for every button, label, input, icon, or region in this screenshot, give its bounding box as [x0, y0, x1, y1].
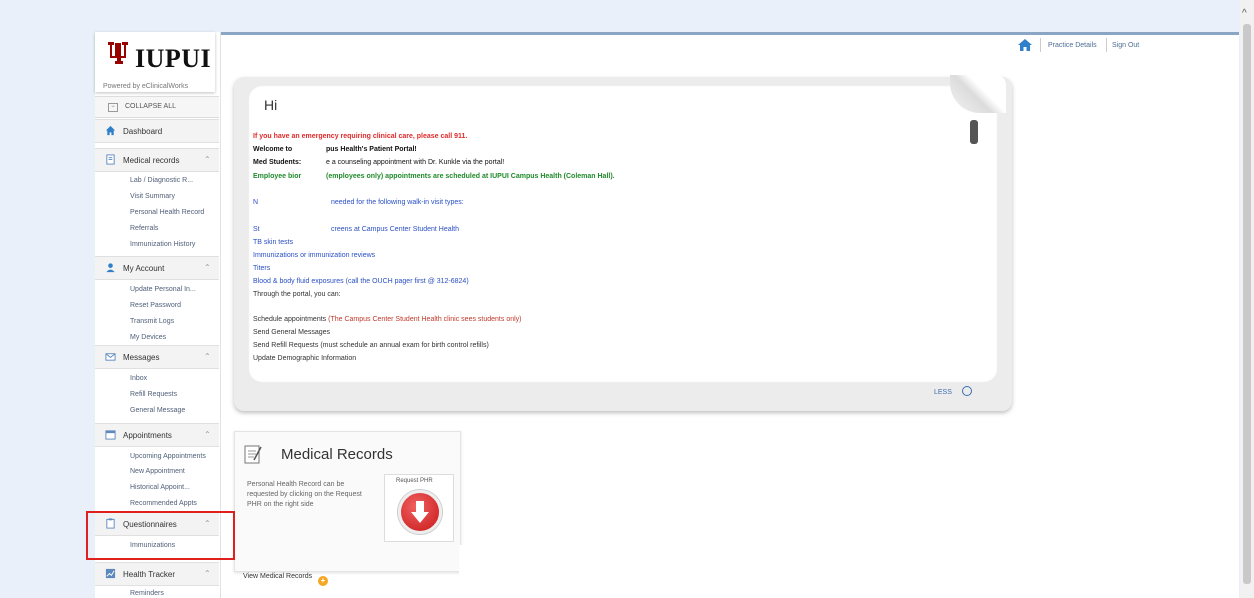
collapse-circle-icon[interactable] — [962, 386, 972, 396]
sidebar-section-appointments[interactable]: Appointments ⌃ — [95, 423, 219, 447]
header-rule — [215, 32, 1239, 35]
collapse-icon: − — [108, 103, 118, 112]
screens-text-a[interactable]: St — [253, 226, 260, 233]
sidebar-item-label: Dashboard — [123, 127, 163, 136]
logo-text: IUPUI — [135, 44, 212, 73]
request-phr-label: Request PHR — [396, 478, 433, 484]
file-icon — [106, 154, 115, 165]
welcome-panel-inner — [248, 85, 998, 383]
needed-text-b: needed for the following walk-in visit t… — [331, 199, 464, 206]
sign-out-link[interactable]: Sign Out — [1112, 42, 1139, 49]
sidebar-item-reset-password[interactable]: Reset Password — [130, 302, 181, 309]
sidebar-item-visit-summary[interactable]: Visit Summary — [130, 193, 175, 200]
welcome-text-a: Welcome to — [253, 146, 293, 153]
practice-details-link[interactable]: Practice Details — [1048, 42, 1097, 49]
sidebar-item-update-personal-info[interactable]: Update Personal In... — [130, 286, 196, 293]
greeting: Hi — [264, 97, 278, 113]
chart-icon — [105, 568, 116, 579]
sidebar-section-messages[interactable]: Messages ⌃ — [95, 345, 219, 369]
chevron-up-icon[interactable]: ⌃ — [204, 569, 211, 578]
sidebar-item-referrals[interactable]: Referrals — [130, 225, 158, 232]
plus-circle-icon[interactable]: + — [318, 576, 328, 586]
download-arrow-icon[interactable] — [398, 490, 442, 534]
view-medical-records-link[interactable]: View Medical Records — [243, 573, 313, 580]
sidebar-item-general-message[interactable]: General Message — [130, 407, 185, 414]
sidebar-section-label: Appointments — [123, 431, 172, 440]
chevron-up-icon[interactable]: ⌃ — [204, 155, 211, 164]
user-icon — [106, 263, 115, 273]
welcome-text-b: pus Health's Patient Portal! — [326, 146, 417, 153]
scroll-up-icon[interactable]: ^ — [1242, 8, 1247, 19]
sidebar-item-recommended-appts[interactable]: Recommended Appts — [130, 500, 197, 507]
blood-exposures: Blood & body fluid exposures (call the O… — [253, 278, 469, 285]
sidebar-item-upcoming-appointments[interactable]: Upcoming Appointments — [130, 453, 206, 460]
page-scrollbar[interactable]: ^ — [1240, 0, 1254, 598]
sidebar-item-reminders[interactable]: Reminders — [130, 590, 164, 597]
scrollbar-thumb[interactable] — [1243, 24, 1251, 584]
sidebar-item-lab-diagnostic[interactable]: Lab / Diagnostic R... — [130, 177, 193, 184]
card-footer-bg — [459, 545, 499, 575]
sidebar-item-transmit-logs[interactable]: Transmit Logs — [130, 318, 174, 325]
employee-notice-a: Employee bior — [253, 173, 302, 180]
med-students-label: Med Students: — [253, 159, 302, 166]
titers: Titers — [253, 265, 271, 272]
sidebar-item-dashboard[interactable]: Dashboard — [95, 119, 219, 143]
collapse-all-label: COLLAPSE ALL — [125, 103, 176, 110]
tb-skin-tests: TB skin tests — [253, 239, 294, 246]
divider — [1040, 38, 1041, 52]
emergency-notice: If you have an emergency requiring clini… — [253, 133, 468, 140]
logo: IUPUI Powered by eClinicalWorks — [95, 32, 215, 92]
welcome-scrollbar-thumb[interactable] — [970, 120, 978, 144]
chevron-up-icon[interactable]: ⌃ — [204, 263, 211, 272]
immunization-reviews: Immunizations or immunization reviews — [253, 252, 376, 259]
sidebar-section-label: Health Tracker — [123, 570, 176, 579]
sidebar-section-label: Medical records — [123, 156, 180, 165]
collapse-all-button[interactable]: − COLLAPSE ALL — [95, 96, 219, 118]
schedule-appointments: Schedule appointments (The Campus Center… — [253, 316, 522, 323]
sidebar-section-label: Messages — [123, 353, 160, 362]
sidebar-item-inbox[interactable]: Inbox — [130, 375, 147, 382]
sidebar-section-my-account[interactable]: My Account ⌃ — [95, 256, 219, 280]
needed-text-a[interactable]: N — [253, 199, 258, 206]
notepad-icon — [244, 445, 262, 464]
sidebar-item-new-appointment[interactable]: New Appointment — [130, 468, 185, 475]
highlight-box — [86, 511, 235, 560]
home-icon[interactable] — [1018, 39, 1032, 51]
home-icon — [105, 125, 116, 136]
arrow-down-icon — [411, 501, 429, 523]
through-portal: Through the portal, you can: — [253, 291, 341, 298]
envelope-icon — [105, 353, 116, 361]
send-refill-requests: Send Refill Requests (must schedule an a… — [253, 342, 489, 349]
sidebar-item-immunization-history[interactable]: Immunization History — [130, 241, 195, 248]
sidebar-item-historical-appointments[interactable]: Historical Appoint... — [130, 484, 190, 491]
update-demographics: Update Demographic Information — [253, 355, 357, 362]
chevron-up-icon[interactable]: ⌃ — [204, 430, 211, 439]
sidebar-section-medical-records[interactable]: Medical records ⌃ — [95, 148, 219, 172]
schedule-note: (The Campus Center Student Health clinic… — [328, 316, 522, 323]
schedule-label: Schedule appointments — [253, 316, 327, 323]
employee-notice-b: (employees only) appointments are schedu… — [326, 173, 615, 180]
calendar-icon — [105, 430, 116, 440]
medical-records-description: Personal Health Record can be requested … — [247, 481, 362, 508]
sidebar-section-health-tracker[interactable]: Health Tracker ⌃ — [95, 562, 219, 586]
medical-records-title: Medical Records — [281, 446, 393, 463]
sidebar-item-my-devices[interactable]: My Devices — [130, 334, 166, 341]
less-button[interactable]: LESS — [934, 389, 952, 396]
med-students-text: e a counseling appointment with Dr. Kunk… — [326, 159, 505, 166]
powered-by: Powered by eClinicalWorks — [103, 83, 189, 90]
iu-trident-icon — [108, 42, 128, 64]
send-general-messages: Send General Messages — [253, 329, 331, 336]
sidebar-item-refill-requests[interactable]: Refill Requests — [130, 391, 177, 398]
sidebar-section-label: My Account — [123, 264, 165, 273]
sidebar-item-personal-health-record[interactable]: Personal Health Record — [130, 209, 204, 216]
chevron-up-icon[interactable]: ⌃ — [204, 352, 211, 361]
screens-text-b: creens at Campus Center Student Health — [331, 226, 460, 233]
divider — [1106, 38, 1107, 52]
